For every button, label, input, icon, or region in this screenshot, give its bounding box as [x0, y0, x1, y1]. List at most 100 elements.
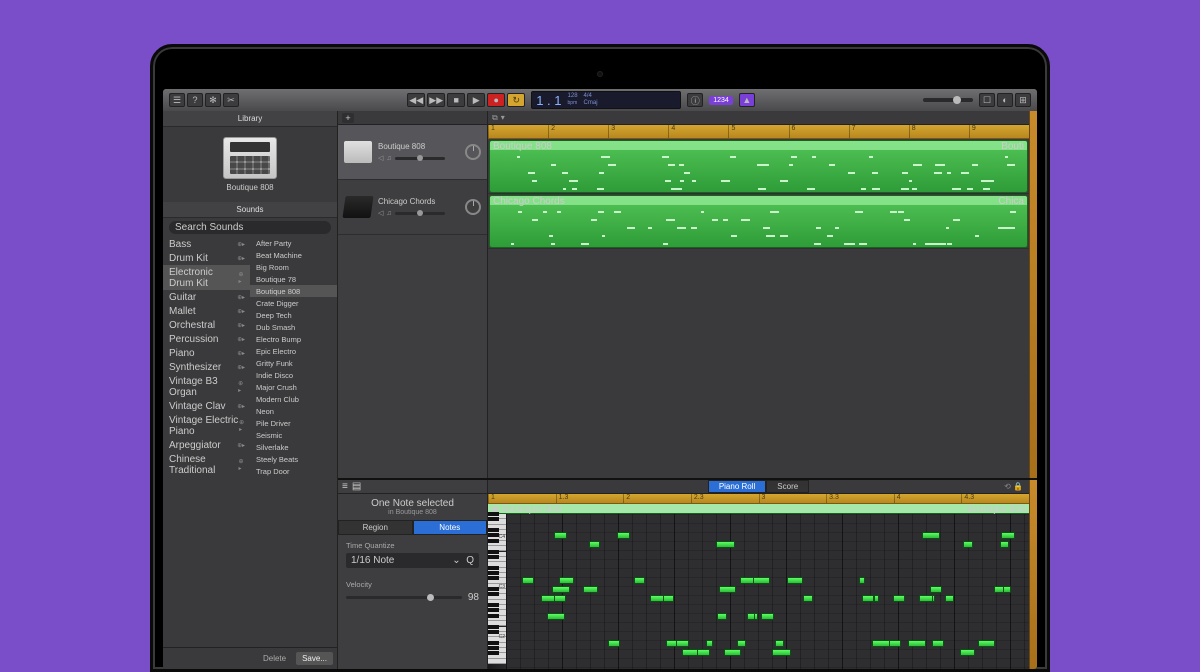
midi-note[interactable] — [752, 577, 770, 584]
lcd-display[interactable]: 1 . 1 128bpm 4/4Cmaj — [531, 91, 681, 109]
preset-item[interactable]: Electro Bump — [250, 333, 337, 345]
category-item[interactable]: Vintage Clav⊕ ▸ — [163, 399, 250, 413]
notes-tab[interactable]: Notes — [413, 520, 488, 535]
category-item[interactable]: Arpeggiator⊕ ▸ — [163, 438, 250, 452]
track-lane[interactable]: Boutique 808Bouti — [488, 139, 1029, 194]
catch-playhead-icon[interactable]: ⟲ 🔒 — [1004, 482, 1023, 491]
midi-note[interactable] — [859, 577, 865, 584]
time-quantize-select[interactable]: 1/16 Note⌄ Q — [346, 553, 479, 568]
track-volume-slider[interactable] — [395, 157, 445, 160]
midi-note[interactable] — [719, 586, 736, 593]
midi-region[interactable]: Boutique 808Bouti — [489, 140, 1028, 193]
preset-item[interactable]: After Party — [250, 237, 337, 249]
preset-item[interactable]: Epic Electro — [250, 345, 337, 357]
midi-note[interactable] — [547, 613, 565, 620]
preset-item[interactable]: Gritty Funk — [250, 357, 337, 369]
track-volume-slider[interactable] — [395, 212, 445, 215]
midi-note[interactable] — [1001, 532, 1015, 539]
midi-note[interactable] — [908, 640, 927, 647]
preset-item[interactable]: Modern Club — [250, 393, 337, 405]
loop-browser-icon[interactable]: ◐ — [997, 93, 1013, 107]
category-item[interactable]: Vintage B3 Organ⊕ ▸ — [163, 374, 250, 399]
delete-button[interactable]: Delete — [257, 652, 292, 665]
preset-item[interactable]: Silverlake — [250, 441, 337, 453]
track-lane[interactable]: Chicago ChordsChica — [488, 194, 1029, 249]
midi-note[interactable] — [960, 649, 974, 656]
category-item[interactable]: Electronic Drum Kit⊕ ▸ — [163, 265, 250, 290]
midi-note[interactable] — [872, 640, 890, 647]
midi-note[interactable] — [963, 541, 973, 548]
piano-roll-tab[interactable]: Piano Roll — [708, 480, 766, 493]
midi-note[interactable] — [717, 613, 727, 620]
midi-note[interactable] — [559, 577, 574, 584]
track-header[interactable]: Boutique 808◁♫ — [338, 125, 487, 180]
midi-note[interactable] — [554, 595, 566, 602]
preset-item[interactable]: Crate Digger — [250, 297, 337, 309]
count-in-button[interactable]: ⓘ — [687, 93, 703, 107]
editor-menu-icon[interactable]: ≡ — [342, 481, 348, 492]
midi-note[interactable] — [724, 649, 741, 656]
velocity-slider[interactable] — [346, 596, 462, 599]
midi-note[interactable] — [608, 640, 619, 647]
midi-note[interactable] — [747, 613, 755, 620]
midi-note[interactable] — [919, 595, 933, 602]
record-button[interactable]: ● — [487, 93, 505, 107]
midi-note[interactable] — [787, 577, 802, 584]
preset-item[interactable]: Pile Driver — [250, 417, 337, 429]
preset-item[interactable]: Neon — [250, 405, 337, 417]
midi-note[interactable] — [803, 595, 813, 602]
midi-note[interactable] — [554, 532, 567, 539]
scissors-icon[interactable]: ✂ — [223, 93, 239, 107]
midi-note[interactable] — [617, 532, 630, 539]
mute-button[interactable]: ◁ — [378, 154, 383, 162]
solo-button[interactable]: ♫ — [386, 155, 391, 162]
midi-note[interactable] — [772, 649, 791, 656]
preset-item[interactable]: Dub Smash — [250, 321, 337, 333]
add-track-button[interactable]: + — [342, 113, 354, 123]
category-item[interactable]: Drum Kit⊕ ▸ — [163, 251, 250, 265]
cycle-button[interactable]: ↻ — [507, 93, 525, 107]
midi-note[interactable] — [945, 595, 955, 602]
tuner-button[interactable]: ▲ — [739, 93, 755, 107]
midi-note[interactable] — [978, 640, 995, 647]
rewind-button[interactable]: ◀◀ — [407, 93, 425, 107]
midi-note[interactable] — [650, 595, 663, 602]
midi-note[interactable] — [706, 640, 714, 647]
preset-item[interactable]: Major Crush — [250, 381, 337, 393]
piano-roll-grid[interactable] — [506, 514, 1029, 669]
midi-note[interactable] — [682, 649, 698, 656]
preset-item[interactable]: Big Room — [250, 261, 337, 273]
track-pan-knob[interactable] — [465, 199, 481, 215]
track-header[interactable]: Chicago Chords◁♫ — [338, 180, 487, 235]
stop-button[interactable]: ■ — [447, 93, 465, 107]
midi-note[interactable] — [541, 595, 555, 602]
notepad-icon[interactable]: ☐ — [979, 93, 995, 107]
midi-note[interactable] — [775, 640, 784, 647]
midi-note[interactable] — [893, 595, 905, 602]
preset-item[interactable]: Steely Beats — [250, 453, 337, 465]
preset-item[interactable]: Deep Tech — [250, 309, 337, 321]
editor-view-icon[interactable]: ▤ — [352, 481, 361, 492]
settings-gear-icon[interactable]: ✻ — [205, 93, 221, 107]
metronome-button[interactable]: 1234 — [709, 96, 733, 105]
preset-item[interactable]: Indie Disco — [250, 369, 337, 381]
solo-button[interactable]: ♫ — [386, 210, 391, 217]
preset-item[interactable]: Seismic — [250, 429, 337, 441]
midi-note[interactable] — [676, 640, 688, 647]
piano-keyboard[interactable]: C4C3C2 — [488, 514, 506, 669]
automation-icon[interactable]: ▾ — [501, 113, 505, 122]
midi-note[interactable] — [737, 640, 745, 647]
midi-note[interactable] — [932, 640, 944, 647]
help-icon[interactable]: ? — [187, 93, 203, 107]
midi-note[interactable] — [862, 595, 875, 602]
play-button[interactable]: ▶ — [467, 93, 485, 107]
category-item[interactable]: Percussion⊕ ▸ — [163, 332, 250, 346]
category-item[interactable]: Orchestral⊕ ▸ — [163, 318, 250, 332]
midi-note[interactable] — [634, 577, 645, 584]
midi-note[interactable] — [740, 577, 754, 584]
search-input[interactable]: Search Sounds — [169, 221, 331, 234]
region-tab[interactable]: Region — [338, 520, 413, 535]
arrange-area[interactable]: ⧉ ▾ 123456789 Boutique 808BoutiChicago C… — [488, 111, 1029, 478]
category-item[interactable]: Synthesizer⊕ ▸ — [163, 360, 250, 374]
track-pan-knob[interactable] — [465, 144, 481, 160]
